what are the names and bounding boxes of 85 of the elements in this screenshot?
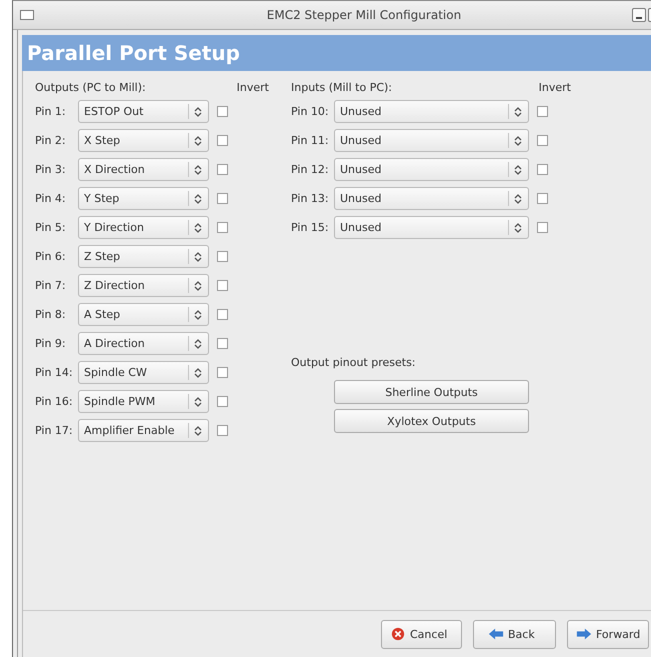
invert-checkbox[interactable]	[217, 367, 228, 378]
pin-dropdown[interactable]: X Direction	[78, 158, 209, 181]
pin-dropdown[interactable]: Unused	[334, 129, 529, 152]
pin-label: Pin 8:	[35, 308, 67, 321]
pin-dropdown[interactable]: Y Step	[78, 187, 209, 210]
preset-button[interactable]: Xylotex Outputs	[334, 409, 529, 433]
cancel-icon	[390, 627, 406, 641]
pin-label: Pin 3:	[35, 163, 67, 176]
invert-checkbox[interactable]	[537, 193, 548, 204]
invert-checkbox[interactable]	[217, 193, 228, 204]
spinner-arrows-icon	[514, 222, 522, 234]
spinner-arrows-icon	[514, 164, 522, 176]
minimize-icon[interactable]	[632, 8, 646, 22]
cancel-button[interactable]: Cancel	[381, 620, 462, 648]
pin-dropdown[interactable]: A Step	[78, 303, 209, 326]
pin-dropdown[interactable]: Amplifier Enable	[78, 419, 209, 442]
pin-dropdown[interactable]: X Step	[78, 129, 209, 152]
pin-label: Pin 10:	[291, 105, 330, 118]
invert-checkbox[interactable]	[217, 396, 228, 407]
spinner-arrows-icon	[194, 280, 202, 292]
pin-dropdown[interactable]: A Direction	[78, 332, 209, 355]
pin-dropdown[interactable]: Z Direction	[78, 274, 209, 297]
pin-label: Pin 4:	[35, 192, 67, 205]
spinner-arrows-icon	[194, 308, 202, 320]
spinner-arrows-icon	[194, 164, 202, 176]
pin-dropdown[interactable]: Unused	[334, 216, 529, 239]
pin-dropdown[interactable]: Spindle CW	[78, 361, 209, 384]
spinner-arrows-icon	[514, 192, 522, 204]
invert-label: Invert	[538, 81, 571, 95]
invert-checkbox[interactable]	[537, 106, 548, 117]
pin-label: Pin 13:	[291, 192, 330, 205]
invert-checkbox[interactable]	[537, 164, 548, 175]
spinner-arrows-icon	[194, 366, 202, 378]
presets-label: Output pinout presets:	[291, 356, 417, 369]
spinner-arrows-icon	[194, 222, 202, 234]
back-arrow-icon	[488, 627, 504, 641]
invert-checkbox[interactable]	[217, 222, 228, 233]
spinner-arrows-icon	[194, 134, 202, 146]
pin-label: Pin 9:	[35, 337, 67, 350]
section-label: Outputs (PC to Mill):	[35, 81, 146, 95]
invert-checkbox[interactable]	[217, 338, 228, 349]
spinner-arrows-icon	[514, 106, 522, 118]
pin-dropdown[interactable]: Z Step	[78, 245, 209, 268]
pin-label: Pin 14:	[35, 366, 74, 379]
spinner-arrows-icon	[194, 106, 202, 118]
pin-label: Pin 15:	[291, 221, 330, 234]
invert-checkbox[interactable]	[217, 251, 228, 262]
invert-checkbox[interactable]	[537, 222, 548, 233]
pin-label: Pin 16:	[35, 395, 74, 408]
invert-checkbox[interactable]	[217, 164, 228, 175]
pin-label: Pin 6:	[35, 250, 67, 263]
invert-checkbox[interactable]	[537, 135, 548, 146]
window-menu-icon[interactable]	[20, 10, 34, 20]
forward-button[interactable]: Forward	[567, 620, 650, 648]
spinner-arrows-icon	[194, 424, 202, 436]
spinner-arrows-icon	[514, 134, 522, 146]
pin-label: Pin 12:	[291, 163, 330, 176]
preset-button[interactable]: Sherline Outputs	[334, 380, 529, 404]
window-title: EMC2 Stepper Mill Configuration	[266, 8, 462, 22]
pin-dropdown[interactable]: Unused	[334, 187, 529, 210]
pin-dropdown[interactable]: Y Direction	[78, 216, 209, 239]
pin-label: Pin 1:	[35, 105, 67, 118]
spinner-arrows-icon	[194, 250, 202, 262]
invert-checkbox[interactable]	[217, 280, 228, 291]
forward-arrow-icon	[576, 627, 592, 641]
pin-label: Pin 17:	[35, 424, 74, 437]
invert-checkbox[interactable]	[217, 135, 228, 146]
pin-label: Pin 11:	[291, 134, 330, 147]
pin-dropdown[interactable]: Unused	[334, 158, 529, 181]
page-title: Parallel Port Setup	[27, 41, 240, 65]
pin-dropdown[interactable]: Spindle PWM	[78, 390, 209, 413]
invert-checkbox[interactable]	[217, 425, 228, 436]
section-label: Inputs (Mill to PC):	[291, 81, 392, 95]
pin-label: Pin 5:	[35, 221, 67, 234]
pin-dropdown[interactable]: ESTOP Out	[78, 100, 209, 123]
invert-checkbox[interactable]	[217, 309, 228, 320]
pin-label: Pin 2:	[35, 134, 67, 147]
invert-label: Invert	[236, 81, 269, 95]
spinner-arrows-icon	[194, 396, 202, 408]
spinner-arrows-icon	[194, 338, 202, 350]
pin-dropdown[interactable]: Unused	[334, 100, 529, 123]
invert-checkbox[interactable]	[217, 106, 228, 117]
back-button[interactable]: Back	[473, 620, 556, 648]
pin-label: Pin 7:	[35, 279, 67, 292]
spinner-arrows-icon	[194, 192, 202, 204]
